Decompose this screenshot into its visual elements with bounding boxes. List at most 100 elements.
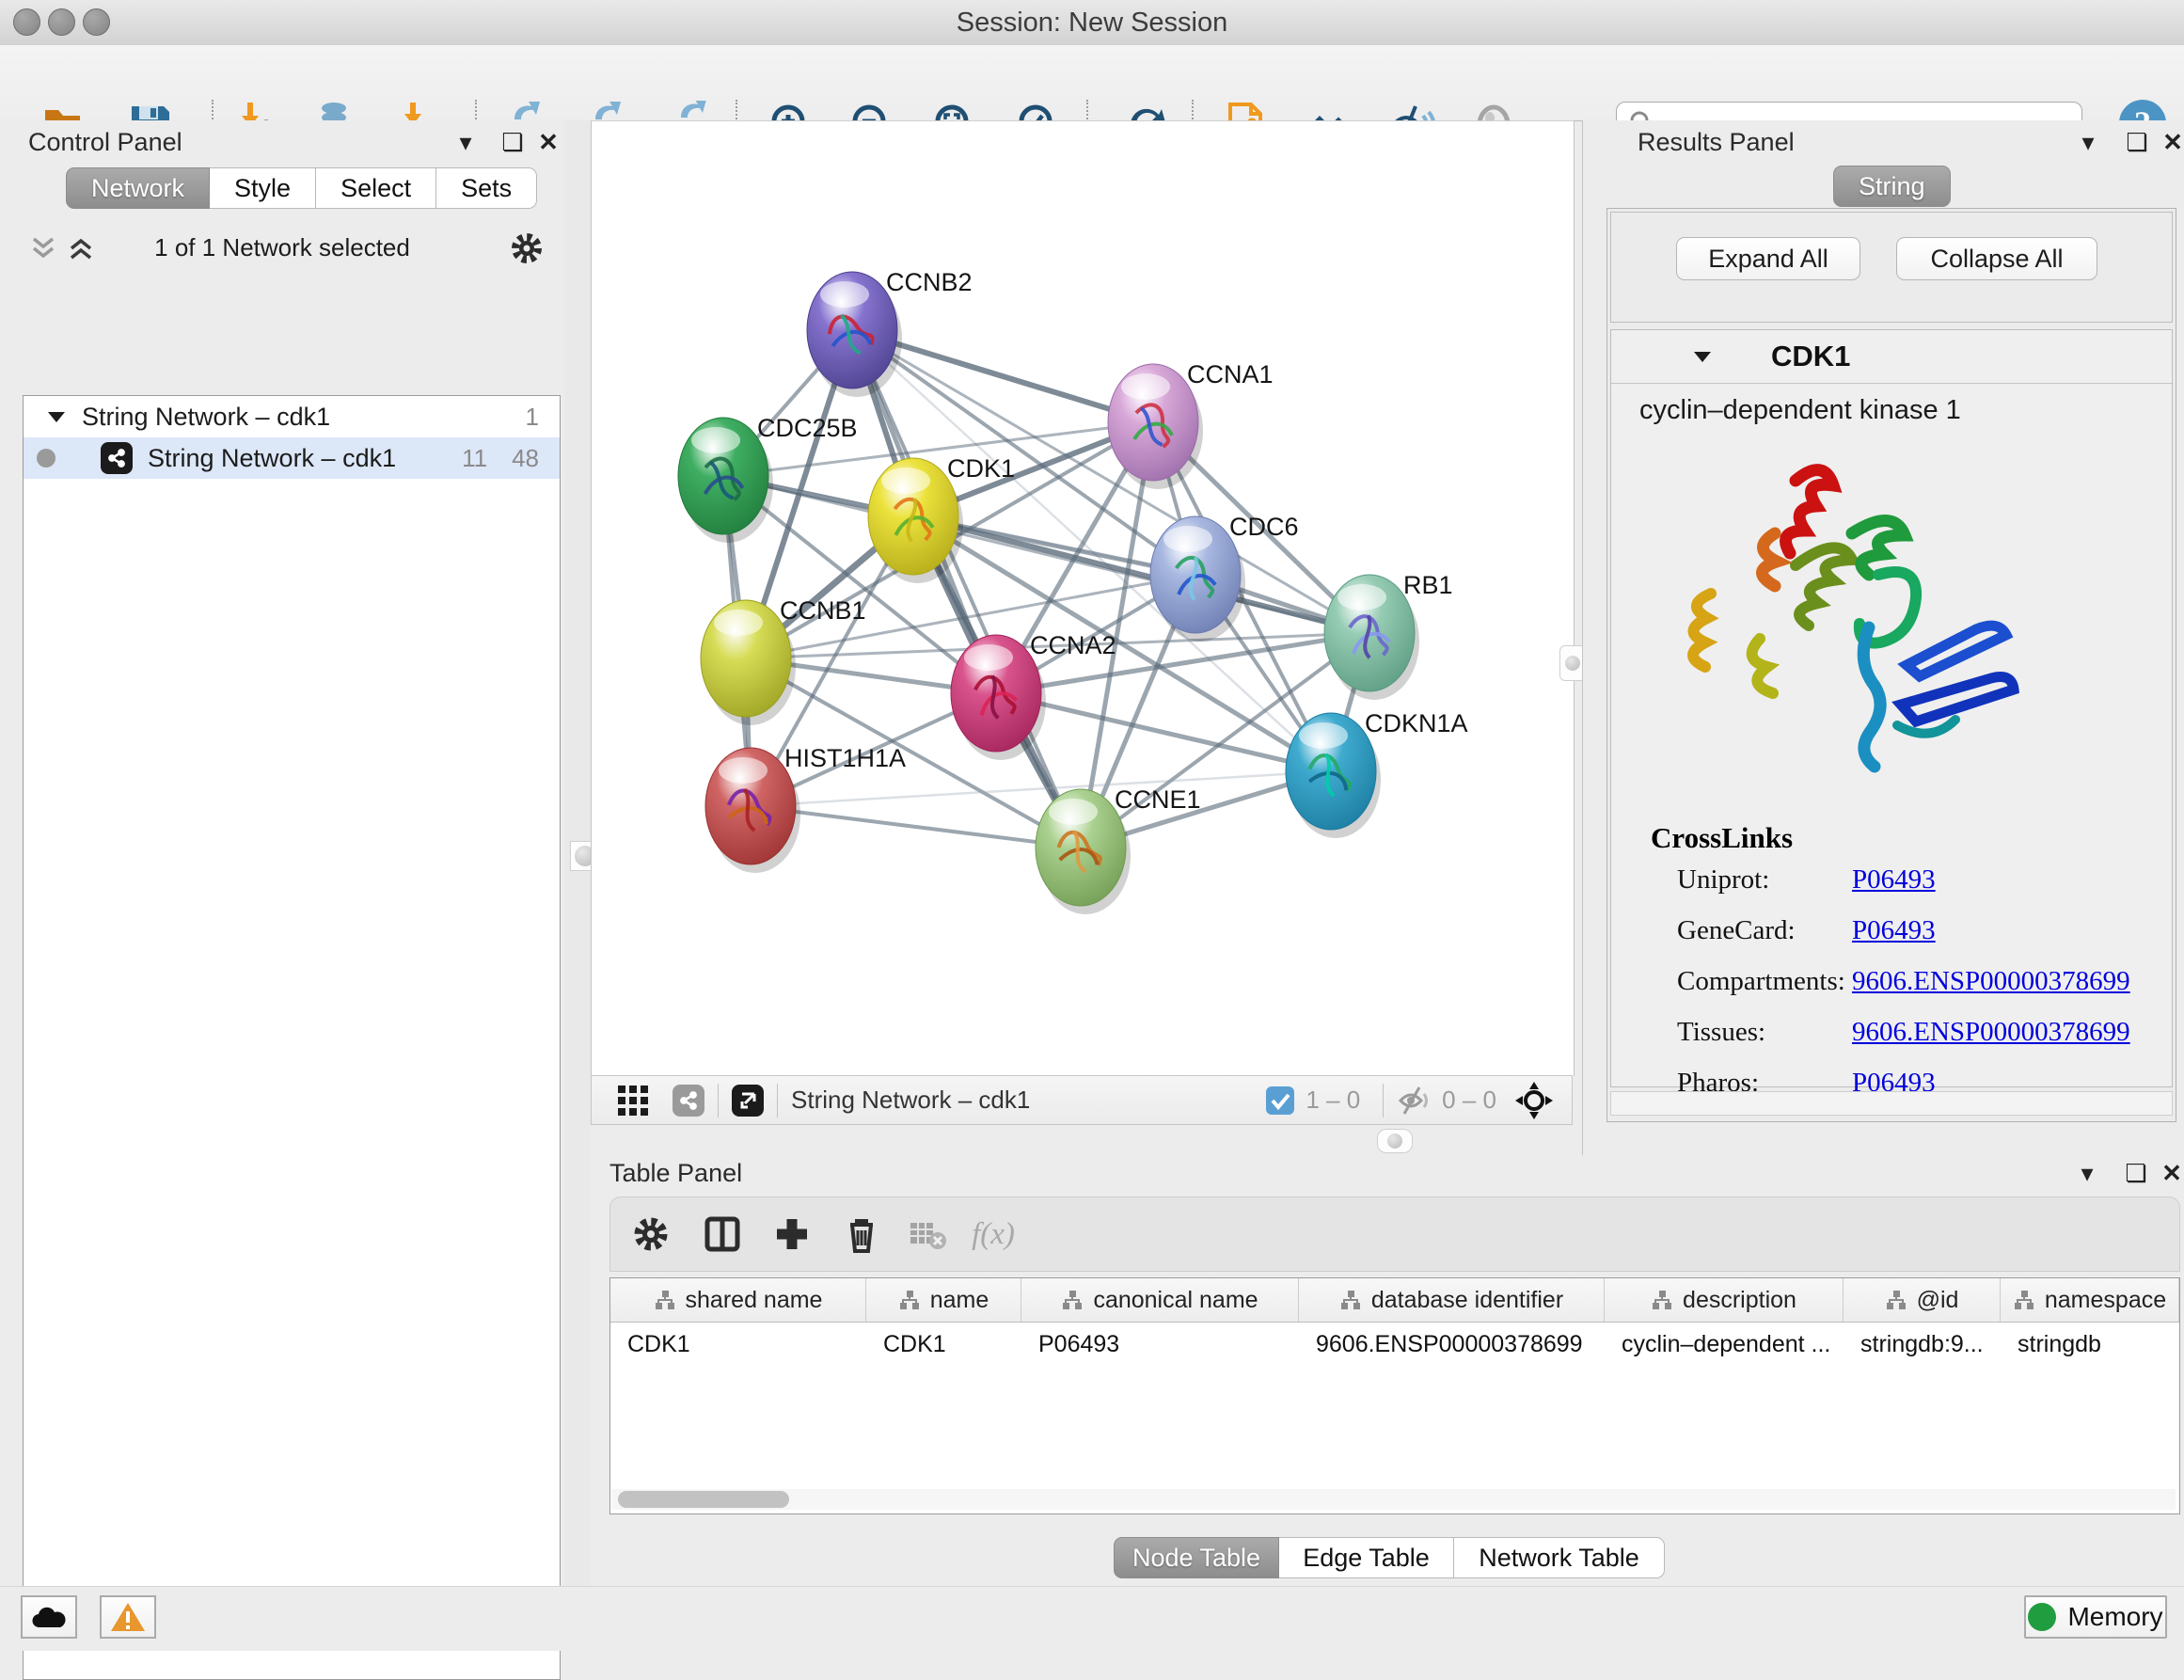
results-panel-float-icon[interactable]: ❏ — [2121, 126, 2153, 158]
table-hscrollbar[interactable] — [612, 1489, 2176, 1510]
table-cell[interactable]: 9606.ENSP00000378699 — [1299, 1323, 1605, 1366]
open-in-window-icon[interactable] — [732, 1085, 764, 1117]
column-header-database-identifier[interactable]: database identifier — [1299, 1278, 1605, 1322]
results-panel-close-icon[interactable]: ✕ — [2157, 126, 2184, 158]
table-cell[interactable]: CDK1 — [866, 1323, 1021, 1366]
table-cell[interactable]: CDK1 — [610, 1323, 866, 1366]
crosslink-value-link[interactable]: P06493 — [1852, 864, 1936, 895]
node-table: shared namenamecanonical namedatabase id… — [609, 1277, 2180, 1514]
network-type-icon — [101, 442, 133, 474]
protein-structure-image — [1654, 443, 2049, 810]
tab-edge-table[interactable]: Edge Table — [1279, 1537, 1454, 1578]
node-label-CCNB1: CCNB1 — [780, 596, 866, 625]
control-panel-menu-icon[interactable]: ▾ — [450, 126, 482, 158]
network-edge[interactable] — [996, 693, 1331, 771]
table-cell[interactable]: P06493 — [1021, 1323, 1299, 1366]
control-panel: Control Panel ▾ ❏ ✕ Network Style Select… — [0, 120, 576, 1586]
table-gear-icon[interactable] — [625, 1208, 677, 1260]
network-node-count: 11 — [462, 444, 487, 473]
column-type-icon — [2013, 1289, 2035, 1311]
window-titlebar: Session: New Session — [0, 0, 2184, 46]
collection-label: String Network – cdk1 — [82, 403, 330, 432]
network-graph[interactable]: CCNB2CCNA1CDC25BCDK1CDC6RB1CCNB1CCNA2CDK… — [592, 121, 1574, 1076]
table-header-row: shared namenamecanonical namedatabase id… — [610, 1278, 2179, 1323]
status-bar — [0, 1586, 2184, 1651]
collection-expander-icon[interactable] — [44, 404, 69, 429]
column-header--id[interactable]: @id — [1844, 1278, 2001, 1322]
function-builder-icon[interactable]: f(x) — [967, 1208, 1020, 1260]
network-edge-count: 48 — [512, 444, 539, 473]
tab-network[interactable]: Network — [66, 167, 210, 209]
horizontal-splitter-handle[interactable] — [1377, 1129, 1413, 1153]
cloud-status-button[interactable] — [21, 1595, 77, 1639]
crosslink-row: Tissues: — [1677, 1017, 1765, 1048]
column-header-shared-name[interactable]: shared name — [610, 1278, 866, 1322]
crosslink-row: GeneCard: — [1677, 915, 1796, 946]
tab-select[interactable]: Select — [316, 167, 436, 209]
table-cell[interactable]: stringdb:9... — [1844, 1323, 2001, 1366]
tab-node-table[interactable]: Node Table — [1114, 1537, 1279, 1578]
column-type-icon — [898, 1289, 921, 1311]
control-panel-float-icon[interactable]: ❏ — [497, 126, 529, 158]
memory-button[interactable]: Memory — [2024, 1595, 2167, 1639]
left-splitter[interactable] — [564, 120, 592, 1586]
tab-style[interactable]: Style — [210, 167, 316, 209]
hidden-items-eye-icon — [1397, 1085, 1432, 1117]
birds-eye-view-icon[interactable] — [1513, 1080, 1555, 1121]
control-panel-title: Control Panel — [28, 128, 182, 157]
add-column-icon[interactable] — [766, 1208, 818, 1260]
horizontal-splitter[interactable] — [591, 1125, 1573, 1155]
tab-sets[interactable]: Sets — [436, 167, 537, 209]
table-cell[interactable]: stringdb — [2001, 1323, 2179, 1366]
table-panel-menu-icon[interactable]: ▾ — [2071, 1157, 2103, 1189]
network-share-icon[interactable] — [673, 1085, 704, 1117]
crosslink-value-link[interactable]: P06493 — [1852, 915, 1936, 946]
table-panel-title: Table Panel — [609, 1159, 742, 1188]
show-columns-icon[interactable] — [696, 1208, 749, 1260]
expand-all-icon[interactable] — [66, 233, 96, 263]
delete-column-icon[interactable] — [835, 1208, 888, 1260]
selected-nodes-checkbox-icon[interactable] — [1264, 1085, 1296, 1117]
crosslink-label: Uniprot: — [1677, 864, 1769, 895]
column-header-name[interactable]: name — [866, 1278, 1021, 1322]
delete-table-icon[interactable] — [901, 1208, 954, 1260]
expand-all-button[interactable]: Expand All — [1676, 237, 1860, 280]
node-label-CCNA1: CCNA1 — [1187, 360, 1274, 388]
network-row-selected[interactable]: String Network – cdk1 11 48 — [24, 437, 560, 479]
warnings-button[interactable] — [100, 1595, 156, 1639]
results-panel-menu-icon[interactable]: ▾ — [2072, 126, 2104, 158]
column-header-canonical-name[interactable]: canonical name — [1021, 1278, 1299, 1322]
table-row[interactable]: CDK1CDK1P064939606.ENSP00000378699cyclin… — [610, 1323, 2179, 1366]
crosslink-value-link[interactable]: 9606.ENSP00000378699 — [1852, 966, 2130, 997]
column-type-icon — [1061, 1289, 1084, 1311]
table-hscrollbar-thumb[interactable] — [618, 1491, 789, 1508]
collapse-all-icon[interactable] — [28, 233, 58, 263]
collapse-all-button[interactable]: Collapse All — [1896, 237, 2097, 280]
control-panel-close-icon[interactable]: ✕ — [532, 126, 564, 158]
memory-label: Memory — [2067, 1602, 2162, 1632]
node-label-CDC25B: CDC25B — [757, 414, 858, 442]
crosslink-row: Uniprot: — [1677, 864, 1769, 895]
network-collection-row[interactable]: String Network – cdk1 1 — [24, 396, 560, 437]
network-view-title: String Network – cdk1 — [791, 1086, 1030, 1115]
node-label-CCNA2: CCNA2 — [1030, 631, 1116, 659]
column-header-description[interactable]: description — [1605, 1278, 1844, 1322]
node-label-CDK1: CDK1 — [947, 454, 1015, 483]
protein-expander-icon[interactable] — [1690, 344, 1715, 369]
table-tabs: Node Table Edge Table Network Table — [1114, 1537, 1665, 1578]
tab-string[interactable]: String — [1833, 166, 1951, 207]
protein-header[interactable]: CDK1 — [1611, 330, 2172, 384]
network-canvas[interactable]: CCNB2CCNA1CDC25BCDK1CDC6RB1CCNB1CCNA2CDK… — [591, 120, 1575, 1076]
network-options-gear-icon[interactable] — [508, 230, 546, 267]
column-header-namespace[interactable]: namespace — [2001, 1278, 2179, 1322]
results-scrollbar[interactable] — [1610, 1091, 2173, 1116]
table-panel-close-icon[interactable]: ✕ — [2156, 1157, 2184, 1189]
network-tree: String Network – cdk1 1 String Network –… — [23, 395, 561, 1680]
hidden-count: 0 – 0 — [1442, 1086, 1496, 1115]
selected-count: 1 – 0 — [1306, 1086, 1360, 1115]
crosslink-value-link[interactable]: 9606.ENSP00000378699 — [1852, 1017, 2130, 1048]
grid-view-icon[interactable] — [614, 1082, 652, 1119]
table-cell[interactable]: cyclin–dependent ... — [1605, 1323, 1844, 1366]
tab-network-table[interactable]: Network Table — [1454, 1537, 1665, 1578]
table-panel-float-icon[interactable]: ❏ — [2120, 1157, 2152, 1189]
